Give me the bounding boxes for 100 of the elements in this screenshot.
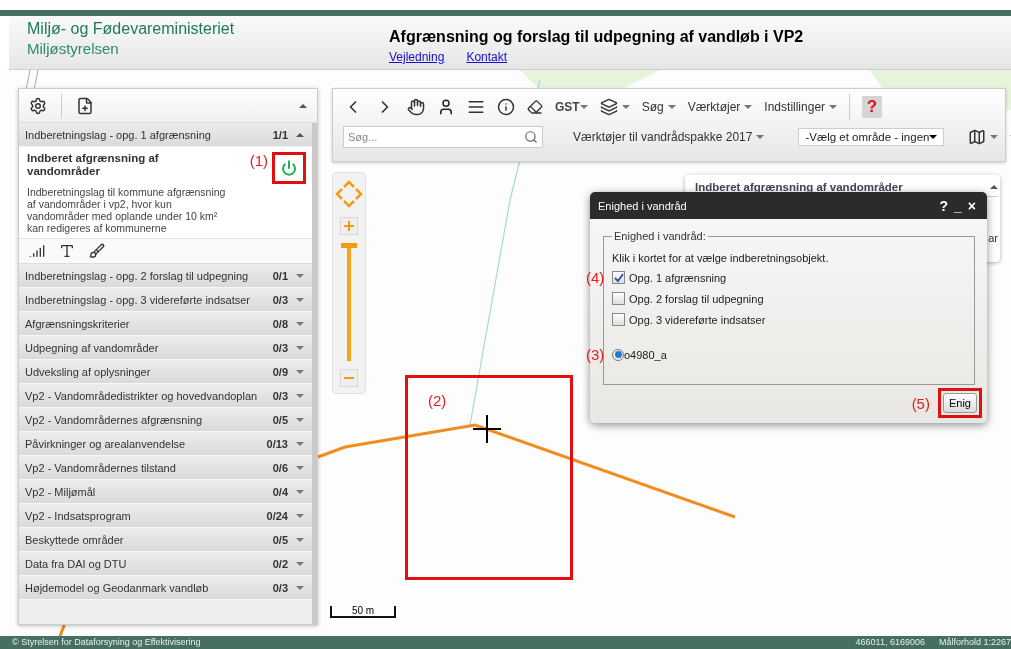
layer-group-name: Data fra DAI og DTU [25,557,128,570]
instruction-text: Klik i kortet for at vælge indberetningsobjekt. [612,252,830,264]
search-icon[interactable] [524,130,538,144]
hand-icon[interactable] [407,98,425,116]
window-control[interactable]: _ [951,197,965,214]
caret-icon[interactable] [296,369,304,374]
caret-icon [990,135,999,139]
layer-group-row[interactable]: Vp2 - Vandområdernes afgrænsning 0/5 [19,408,312,432]
layers-menu-button[interactable] [599,98,630,116]
layer-group-name: Vp2 - Vandområdernes tilstand [25,461,177,474]
agree-button[interactable]: Enig [942,393,977,413]
caret-icon [579,105,588,109]
caret-icon [756,135,765,139]
option-label: o4980_a [624,348,667,361]
caret-icon[interactable] [296,297,304,302]
coordinates-text: 466011, 6169006 [855,637,925,648]
caret-icon[interactable] [296,417,304,422]
zoom-in-button[interactable] [340,217,358,235]
caret-icon[interactable] [296,585,304,590]
layer-count: 0/2 [272,557,288,570]
checkbox[interactable] [612,292,625,305]
layer-group-name: Indberetningslag - opg. 1 afgrænsning [25,128,212,141]
window-control[interactable]: × [964,197,979,214]
search-field[interactable]: Søg... [343,126,543,148]
gear-icon[interactable] [29,96,47,115]
collapse-icon[interactable] [299,103,307,108]
layer-count: 0/24 [266,509,288,522]
caret-icon[interactable] [296,441,304,446]
caret-icon[interactable] [296,537,304,542]
layer-group-row[interactable]: Vp2 - Indsatsprogram 0/24 [19,504,312,528]
info-icon[interactable] [497,98,515,116]
caret-icon [621,105,630,109]
layer-group-row[interactable]: Vp2 - Vandområdernes tilstand 0/6 [19,456,312,480]
layer-count: 1/1 [272,128,288,141]
layer-group-row[interactable]: Indberetningslag - opg. 2 forslag til udpegning 0/1 [19,264,312,288]
option-label: Opg. 3 videreførte indsatser [629,313,766,326]
layer-group-name: Vp2 - Miljømål [25,485,97,498]
caret-icon[interactable] [296,513,304,518]
layer-group-row[interactable]: Højdemodel og Geodanmark vandløb 0/3 [19,576,312,600]
area-select[interactable]: -Vælg et område - ingen [798,128,945,146]
layer-count: 0/5 [272,413,288,426]
annotation-label: (4) [586,269,605,286]
layer-group-row[interactable]: Indberetningslag - opg. 1 afgrænsning 1/1 [19,123,312,147]
eraser-icon[interactable] [527,99,543,115]
layer-count: 0/1 [272,269,288,282]
caret-icon[interactable] [296,561,304,566]
header-link[interactable]: Vejledning [389,50,445,64]
header-link[interactable]: Kontakt [466,50,508,64]
layer-group-row[interactable]: Beskyttede områder 0/5 [19,528,312,552]
option-label: Opg. 1 afgrænsning [629,271,727,284]
dialog-title: Enighed i vandråd [598,199,688,212]
layer-group-row[interactable]: Data fra DAI og DTU 0/2 [19,552,312,576]
collapse-icon[interactable] [990,185,998,189]
layer-group-name: Udveksling af oplysninger [25,365,152,378]
caret-icon[interactable] [296,489,304,494]
layer-group-row[interactable]: Indberetningslag - opg. 3 videreførte indsatser 0/3 [19,288,312,312]
layer-group-row[interactable]: Påvirkninger og arealanvendelse 0/13 [19,432,312,456]
checkbox[interactable] [612,271,625,284]
layer-count: 0/3 [272,293,288,306]
crosshair-icon [473,415,501,443]
text-icon[interactable] [59,243,75,259]
add-page-icon[interactable] [76,96,94,115]
zoom-out-button[interactable] [340,369,358,387]
brush-icon[interactable] [89,243,105,259]
checkbox[interactable] [612,313,625,326]
caret-icon [667,105,676,109]
caret-icon[interactable] [296,345,304,350]
slider-thumb[interactable] [341,243,357,248]
layer-description: Indberetningslag til kommune afgrænsning af vandområder i vp2, hvor kun vandområder med oplande under 10 km² kan redigeres af kommunerne [27,186,227,234]
layer-group-row[interactable]: Udveksling af oplysninger 0/9 [19,360,312,384]
caret-icon[interactable] [296,321,304,326]
caret-icon[interactable] [296,273,304,278]
option-label: Opg. 2 forslag til udpegning [629,292,764,305]
group-legend: Enighed i vandråd: [612,230,708,242]
layer-count: 0/3 [272,389,288,402]
agency-name: Miljøstyrelsen [27,39,120,59]
caret-icon[interactable] [296,393,304,398]
annotation-label: (3) [586,346,605,363]
pan-icon[interactable] [334,179,364,209]
person-icon[interactable] [437,98,455,116]
list-icon[interactable] [467,98,485,116]
layer-count: 0/4 [272,485,288,498]
tools-menu-button[interactable]: Værktøjer til vandrådspakke 2017 [573,130,765,144]
annotation-label: (2) [428,392,447,409]
layer-group-row[interactable]: Afgrænsningskriterier 0/8 [19,312,312,336]
map-menu-button[interactable] [968,128,999,146]
layer-group-row[interactable]: Vp2 - Miljømål 0/4 [19,480,312,504]
layer-group-row[interactable]: Vp2 - Vandområdedistrikter og hovedvandoplan 0/3 [19,384,312,408]
radio-button[interactable] [612,348,624,361]
menu-button[interactable]: Søg [641,100,676,114]
caret-icon[interactable] [296,465,304,470]
menu-button[interactable]: Værktøjer [687,100,753,114]
scale-bar: 50 m [330,606,396,618]
layer-group-name: Vp2 - Vandområdernes afgrænsning [25,413,204,426]
layer-group-row[interactable]: Udpegning af vandområder 0/3 [19,336,312,360]
window-control[interactable]: ? [936,197,951,214]
gst-menu-button[interactable]: GST [555,100,588,114]
caret-icon[interactable] [296,132,304,137]
menu-button[interactable]: Indstillinger [764,100,838,114]
bar-chart-icon[interactable] [29,243,45,259]
